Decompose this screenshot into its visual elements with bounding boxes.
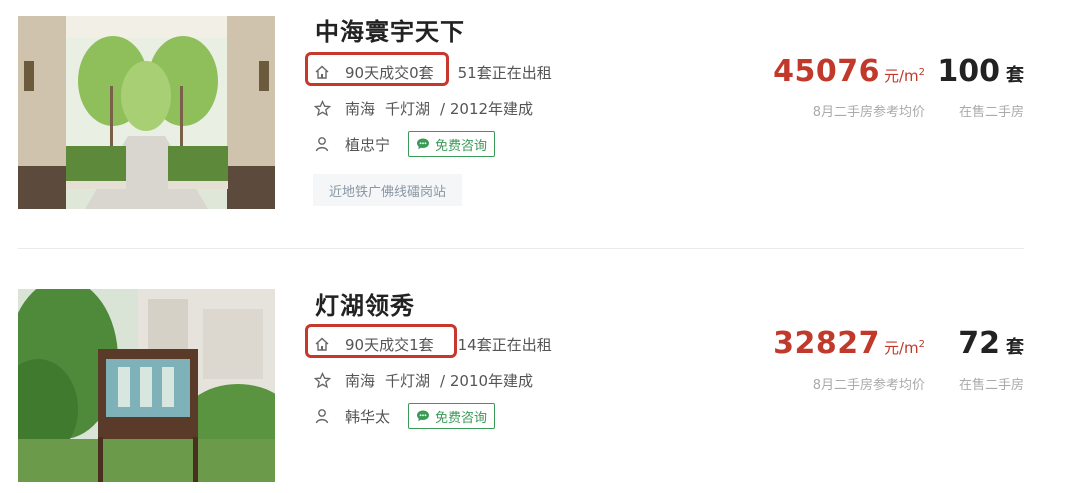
deals-90-days: 90天成交0套 (345, 63, 434, 82)
star-icon (313, 99, 331, 117)
subway-tag: 近地铁广佛线礌岗站 (313, 174, 463, 206)
price-label: 8月二手房参考均价 (812, 378, 925, 393)
listing-photo[interactable] (18, 289, 275, 482)
free-consult-button[interactable]: 免费咨询 (408, 131, 496, 157)
listing-card[interactable]: 中海寰宇天下 90天成交0套 51套正在出租 南海 千灯湖 / 2012年建成 … (0, 0, 1080, 245)
price-value: 32827 (773, 326, 880, 361)
count-label: 在售二手房 (958, 105, 1024, 120)
photo-garden-sign-image (18, 289, 275, 482)
count-label: 在售二手房 (958, 378, 1024, 393)
count-unit: 套 (1006, 65, 1024, 86)
star-icon (313, 371, 331, 389)
renting-count: 51套正在出租 (457, 63, 552, 82)
build-year: / 2012年建成 (440, 99, 534, 118)
listing-count[interactable]: 100 套 (937, 54, 1024, 89)
home-icon (313, 335, 331, 353)
avg-price: 45076 元/m2 (773, 54, 925, 89)
agent-row: 韩华太 免费咨询 (313, 403, 496, 429)
property-title[interactable]: 灯湖领秀 (315, 286, 415, 321)
agent-row: 植忠宁 免费咨询 (313, 131, 496, 157)
avg-price: 32827 元/m2 (773, 326, 925, 361)
free-consult-button[interactable]: 免费咨询 (408, 403, 496, 429)
price-unit: 元/m2 (883, 339, 925, 357)
listing-count[interactable]: 72 套 (958, 326, 1024, 361)
count-value: 100 (937, 54, 1000, 89)
renting-count: 14套正在出租 (457, 335, 552, 354)
deals-90-days: 90天成交1套 (345, 335, 434, 354)
person-icon (313, 135, 331, 153)
property-title[interactable]: 中海寰宇天下 (315, 12, 465, 47)
count-value: 72 (958, 326, 1000, 361)
area[interactable]: 千灯湖 (385, 98, 430, 119)
agent-name: 植忠宁 (345, 135, 391, 154)
district[interactable]: 南海 (345, 98, 375, 119)
location-row: 南海 千灯湖 / 2010年建成 (313, 368, 533, 392)
chat-bubble-icon (417, 410, 430, 422)
listing-photo[interactable] (18, 16, 275, 209)
chat-bubble-icon (417, 138, 430, 150)
location-row: 南海 千灯湖 / 2012年建成 (313, 96, 533, 120)
price-label: 8月二手房参考均价 (812, 105, 925, 120)
deal-info-row: 90天成交1套 14套正在出租 (313, 332, 552, 356)
district[interactable]: 南海 (345, 370, 375, 391)
price-unit: 元/m2 (883, 67, 925, 85)
build-year: / 2010年建成 (440, 371, 534, 390)
free-consult-label: 免费咨询 (435, 410, 488, 426)
price-value: 45076 (773, 54, 880, 89)
photo-walkway-image (18, 16, 275, 209)
listing-card[interactable]: 灯湖领秀 90天成交1套 14套正在出租 南海 千灯湖 / 2010年建成 韩华… (0, 270, 1080, 493)
count-unit: 套 (1006, 337, 1024, 358)
free-consult-label: 免费咨询 (435, 138, 488, 154)
agent-name: 韩华太 (345, 407, 391, 426)
listing-divider (18, 248, 1024, 249)
home-icon (313, 63, 331, 81)
area[interactable]: 千灯湖 (385, 370, 430, 391)
deal-info-row: 90天成交0套 51套正在出租 (313, 60, 552, 84)
person-icon (313, 407, 331, 425)
